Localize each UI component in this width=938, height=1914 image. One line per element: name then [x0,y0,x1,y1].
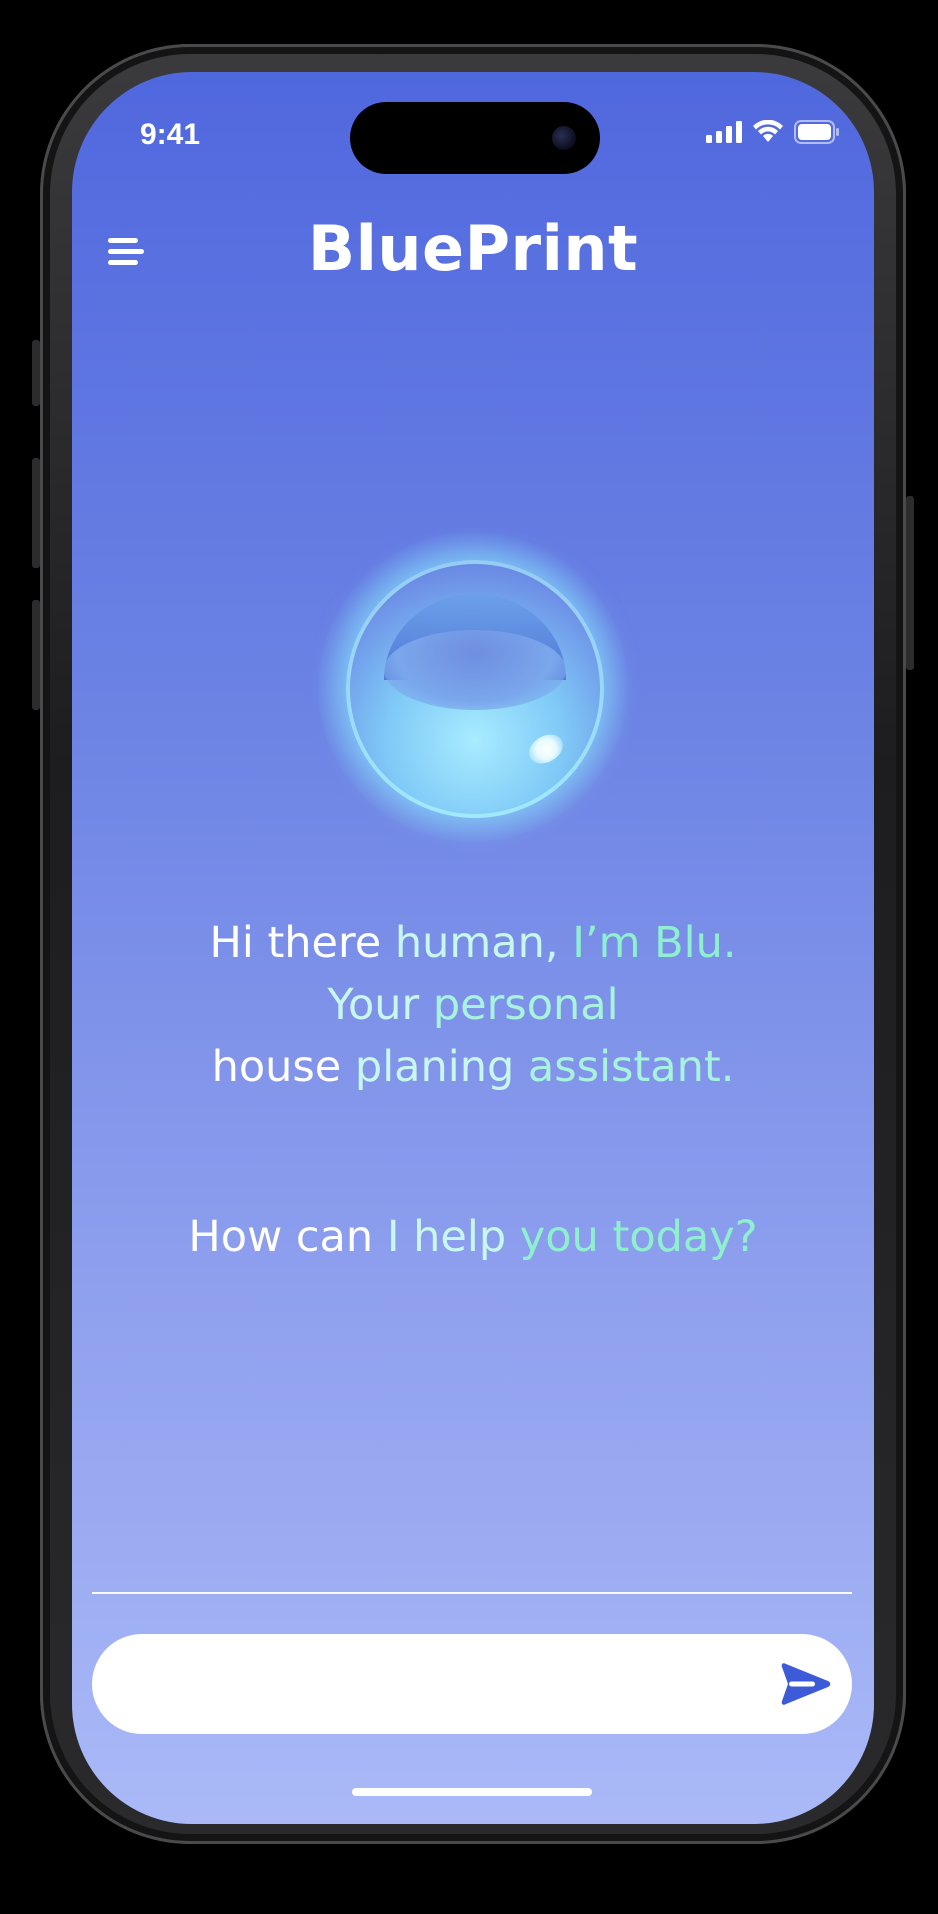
assistant-orb [346,560,604,818]
orb-highlight [523,728,569,770]
greeting-message: Hi there human, I’m Blu. Your personal h… [72,912,874,1098]
greeting-text: personal [432,980,619,1030]
prompt-text: How can [188,1212,387,1262]
status-time: 9:41 [140,118,201,151]
prompt-text: I help [386,1212,520,1262]
greeting-text: I’m Blu. [572,918,737,968]
home-indicator [352,1788,592,1796]
volume-up-button [32,458,40,568]
volume-down-button [32,600,40,710]
app-title: BluePrint [307,212,639,285]
greeting-line-1: Hi there human, I’m Blu. [72,912,874,974]
wifi-icon [753,120,783,142]
help-prompt: How can I help you today? [72,1212,874,1262]
power-button [906,496,914,670]
greeting-text: Hi there [209,918,395,968]
action-button [32,340,40,406]
status-icons [706,120,840,144]
greeting-text: house [211,1042,355,1092]
battery-icon [794,120,839,144]
greeting-line-2: Your personal [72,974,874,1036]
message-input[interactable] [132,1634,736,1736]
message-composer[interactable] [92,1634,852,1736]
front-camera [552,126,576,150]
cellular-signal-icon [706,121,742,143]
greeting-text: planing [354,1042,528,1092]
greeting-line-3: house planing assistant. [72,1036,874,1098]
send-icon[interactable] [780,1660,832,1708]
prompt-text: you today? [519,1212,758,1262]
greeting-text: assistant. [527,1042,735,1092]
orb-inner-shade [384,630,566,710]
composer-divider [92,1592,852,1594]
app-screen: 9:41 BluePrint Hi there human, I’m Blu. … [72,72,874,1824]
greeting-text: Your [327,980,433,1030]
dynamic-island [350,102,600,174]
greeting-text: human, [394,918,573,968]
